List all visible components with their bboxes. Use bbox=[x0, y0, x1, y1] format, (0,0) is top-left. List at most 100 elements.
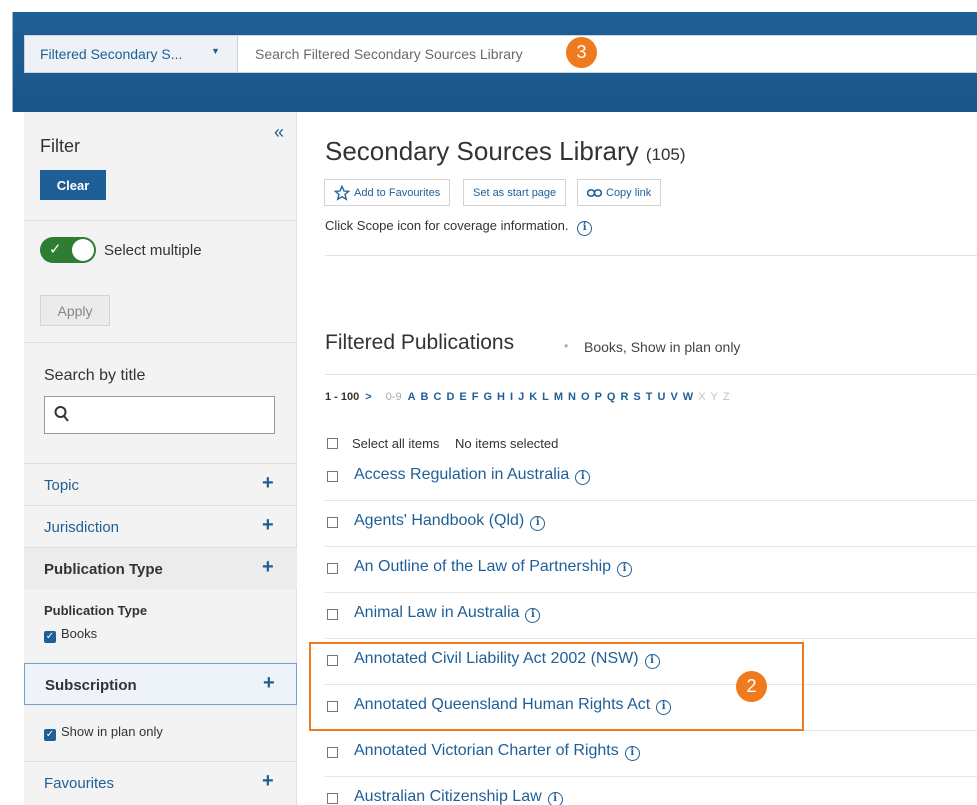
alpha-letter-s[interactable]: S bbox=[633, 391, 640, 403]
select-multiple-toggle[interactable]: ✓ bbox=[40, 237, 96, 263]
publication-link[interactable]: Animal Law in Australia i bbox=[354, 604, 541, 623]
alpha-letter-z: Z bbox=[722, 391, 730, 403]
publication-link[interactable]: Annotated Civil Liability Act 2002 (NSW)… bbox=[354, 650, 660, 669]
publication-checkbox[interactable] bbox=[327, 747, 338, 758]
publication-type-subheading: Publication Type bbox=[44, 603, 148, 618]
publication-link[interactable]: Access Regulation in Australia i bbox=[354, 466, 591, 485]
publication-checkbox[interactable] bbox=[327, 701, 338, 712]
alpha-letter-b[interactable]: B bbox=[421, 391, 429, 403]
publication-checkbox[interactable] bbox=[327, 793, 338, 804]
alpha-letter-o[interactable]: O bbox=[581, 391, 590, 403]
books-filter-checkbox[interactable]: ✓ Books bbox=[44, 626, 97, 643]
alpha-letter-e[interactable]: E bbox=[459, 391, 466, 403]
scope-note-text: Click Scope icon for coverage informatio… bbox=[325, 218, 569, 233]
clear-button[interactable]: Clear bbox=[40, 170, 106, 200]
publication-row: An Outline of the Law of Partnership i bbox=[325, 547, 977, 593]
facet-publication-type[interactable]: Publication Type + bbox=[24, 547, 297, 589]
alpha-letter-k[interactable]: K bbox=[529, 391, 537, 403]
info-icon[interactable]: i bbox=[617, 562, 633, 577]
publication-link[interactable]: Annotated Victorian Charter of Rights i bbox=[354, 742, 640, 761]
publication-link[interactable]: Annotated Queensland Human Rights Act i bbox=[354, 696, 672, 715]
alpha-letter-n[interactable]: N bbox=[568, 391, 576, 403]
header-band: Filtered Secondary S... ▼ 3 bbox=[0, 0, 977, 112]
alpha-letter-i[interactable]: I bbox=[510, 391, 513, 403]
search-by-title-label: Search by title bbox=[44, 367, 146, 384]
alpha-letter-g[interactable]: G bbox=[483, 391, 492, 403]
info-icon[interactable]: i bbox=[644, 654, 660, 669]
alpha-letter-l[interactable]: L bbox=[542, 391, 549, 403]
alpha-letter-r[interactable]: R bbox=[620, 391, 628, 403]
publication-title: Agents' Handbook (Qld) bbox=[354, 512, 525, 529]
facet-jurisdiction[interactable]: Jurisdiction + bbox=[24, 505, 297, 547]
apply-button[interactable]: Apply bbox=[40, 295, 110, 326]
alpha-letter-w[interactable]: W bbox=[683, 391, 693, 403]
checkbox-checked-icon: ✓ bbox=[44, 729, 56, 741]
alpha-letter-p[interactable]: P bbox=[595, 391, 602, 403]
info-icon[interactable]: i bbox=[577, 221, 593, 236]
publication-title: Annotated Victorian Charter of Rights bbox=[354, 742, 619, 759]
publication-link[interactable]: An Outline of the Law of Partnership i bbox=[354, 558, 633, 577]
annotation-badge-3: 3 bbox=[566, 37, 597, 68]
alpha-letter-c[interactable]: C bbox=[434, 391, 442, 403]
show-in-plan-checkbox[interactable]: ✓ Show in plan only bbox=[44, 724, 163, 741]
publication-checkbox[interactable] bbox=[327, 471, 338, 482]
plus-icon: + bbox=[262, 472, 274, 494]
alpha-letter-a[interactable]: A bbox=[408, 391, 416, 403]
title-search-input[interactable] bbox=[77, 397, 272, 433]
alpha-letter-m[interactable]: M bbox=[554, 391, 563, 403]
collapse-sidebar-icon[interactable]: « bbox=[274, 122, 284, 143]
alpha-letter-f[interactable]: F bbox=[472, 391, 479, 403]
alpha-letter-d[interactable]: D bbox=[446, 391, 454, 403]
publication-checkbox[interactable] bbox=[327, 609, 338, 620]
publication-row: Annotated Civil Liability Act 2002 (NSW)… bbox=[325, 639, 977, 685]
alpha-letter-q[interactable]: Q bbox=[607, 391, 616, 403]
show-in-plan-label: Show in plan only bbox=[61, 724, 163, 739]
publication-checkbox[interactable] bbox=[327, 517, 338, 528]
facet-topic[interactable]: Topic + bbox=[24, 463, 297, 505]
facet-label: Subscription bbox=[45, 677, 137, 694]
select-all-checkbox[interactable] bbox=[327, 438, 338, 449]
publication-title: Animal Law in Australia bbox=[354, 604, 520, 621]
plus-icon: + bbox=[263, 672, 275, 694]
separator-dot: • bbox=[564, 339, 569, 353]
divider bbox=[325, 255, 977, 256]
alphabet-letters: ABCDEFGHIJKLMNOPQRSTUVWXYZ bbox=[408, 391, 735, 403]
alpha-0-9[interactable]: 0-9 bbox=[386, 391, 402, 403]
alpha-letter-t[interactable]: T bbox=[646, 391, 653, 403]
info-icon[interactable]: i bbox=[547, 792, 563, 805]
divider bbox=[24, 342, 297, 343]
facet-label: Favourites bbox=[44, 775, 115, 792]
facet-subscription[interactable]: Subscription + bbox=[24, 663, 297, 705]
publication-row: Annotated Victorian Charter of Rights i bbox=[325, 731, 977, 777]
alpha-letter-h[interactable]: H bbox=[497, 391, 505, 403]
copy-link-button[interactable]: Copy link bbox=[577, 179, 662, 206]
info-icon[interactable]: i bbox=[656, 700, 672, 715]
alpha-letter-v[interactable]: V bbox=[670, 391, 677, 403]
search-bar: Filtered Secondary S... ▼ bbox=[24, 35, 977, 73]
plus-icon: + bbox=[262, 556, 274, 578]
publication-checkbox[interactable] bbox=[327, 655, 338, 666]
filter-sidebar: Filter « Clear ✓ Select multiple Apply S… bbox=[24, 112, 297, 805]
facet-favourites[interactable]: Favourites + bbox=[24, 761, 297, 803]
scope-note: Click Scope icon for coverage informatio… bbox=[325, 218, 593, 236]
books-filter-label: Books bbox=[61, 626, 98, 641]
library-count: (105) bbox=[645, 145, 686, 164]
publication-checkbox[interactable] bbox=[327, 563, 338, 574]
search-input[interactable] bbox=[239, 36, 976, 72]
alpha-letter-j[interactable]: J bbox=[518, 391, 524, 403]
info-icon[interactable]: i bbox=[575, 470, 591, 485]
select-all-label: Select all items bbox=[352, 436, 440, 451]
info-icon[interactable]: i bbox=[530, 516, 546, 531]
info-icon[interactable]: i bbox=[624, 746, 640, 761]
checkmark-icon: ✓ bbox=[49, 241, 62, 258]
search-scope-dropdown[interactable]: Filtered Secondary S... ▼ bbox=[25, 36, 238, 72]
alpha-letter-u[interactable]: U bbox=[658, 391, 666, 403]
set-start-page-button[interactable]: Set as start page bbox=[463, 179, 567, 206]
publication-link[interactable]: Australian Citizenship Law i bbox=[354, 788, 563, 805]
add-to-favourites-button[interactable]: Add to Favourites bbox=[324, 179, 451, 206]
publication-title: Access Regulation in Australia bbox=[354, 466, 570, 483]
title-search-field[interactable] bbox=[44, 396, 275, 434]
next-page-icon[interactable]: > bbox=[365, 391, 371, 403]
publication-link[interactable]: Agents' Handbook (Qld) i bbox=[354, 512, 546, 531]
info-icon[interactable]: i bbox=[525, 608, 541, 623]
